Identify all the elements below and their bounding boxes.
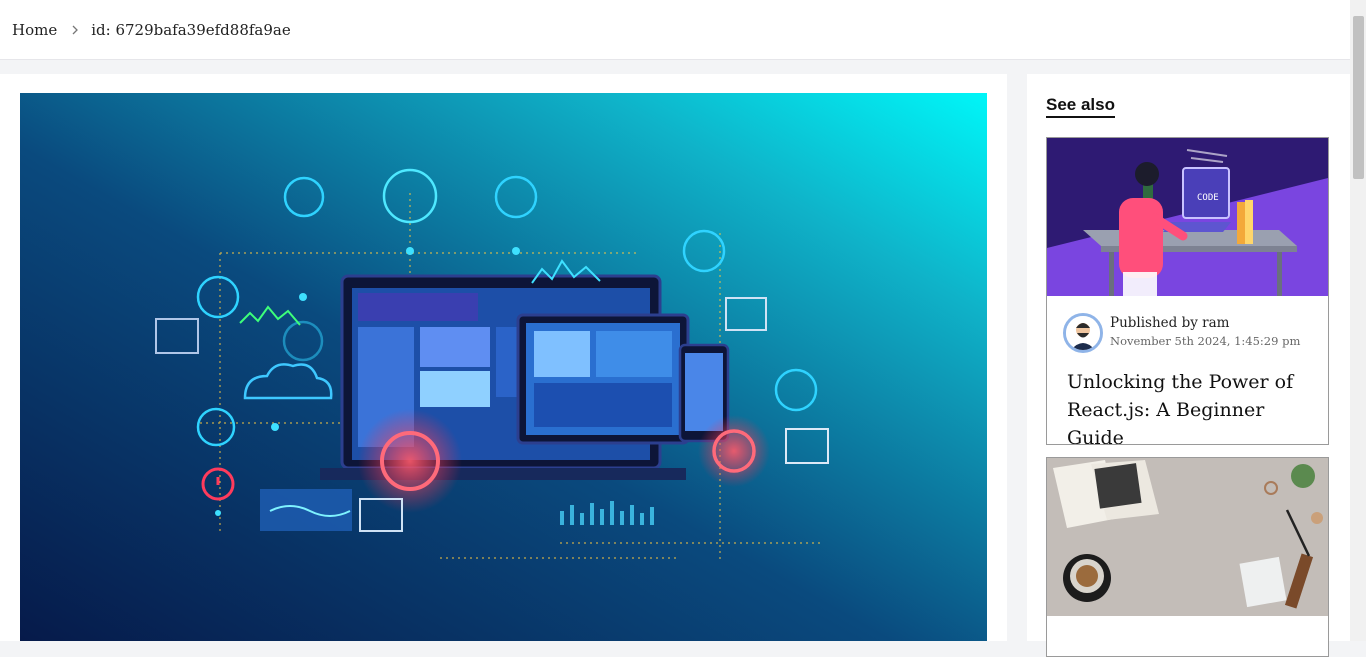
breadcrumb-home-link[interactable]: Home (12, 21, 57, 39)
article-date: November 5th 2024, 1:45:29 pm (1110, 334, 1301, 348)
see-also-sidebar: See also CODE Published by ram November … (1027, 74, 1350, 657)
article-author: Published by ram (1110, 315, 1230, 331)
article-card[interactable] (1046, 457, 1329, 657)
article-thumbnail[interactable] (1047, 458, 1328, 616)
breadcrumb-current: id: 6729bafa39efd88fa9ae (91, 21, 291, 39)
page-scrollbar[interactable] (1350, 0, 1366, 641)
main-content (0, 74, 1007, 641)
article-card[interactable]: CODE Published by ram November 5th 2024,… (1046, 137, 1329, 445)
avatar (1063, 313, 1103, 353)
breadcrumb: Home id: 6729bafa39efd88fa9ae (12, 21, 291, 39)
top-bar: Home id: 6729bafa39efd88fa9ae (0, 0, 1350, 60)
chevron-right-icon (68, 23, 82, 37)
article-title[interactable]: Unlocking the Power of React.js: A Begin… (1067, 368, 1317, 444)
article-thumbnail[interactable]: CODE (1047, 138, 1328, 296)
see-also-heading: See also (1046, 95, 1115, 118)
svg-text:CODE: CODE (1197, 193, 1219, 203)
scrollbar-thumb[interactable] (1353, 16, 1364, 179)
hero-image (20, 93, 987, 641)
article-meta: Published by ram November 5th 2024, 1:45… (1063, 313, 1300, 353)
